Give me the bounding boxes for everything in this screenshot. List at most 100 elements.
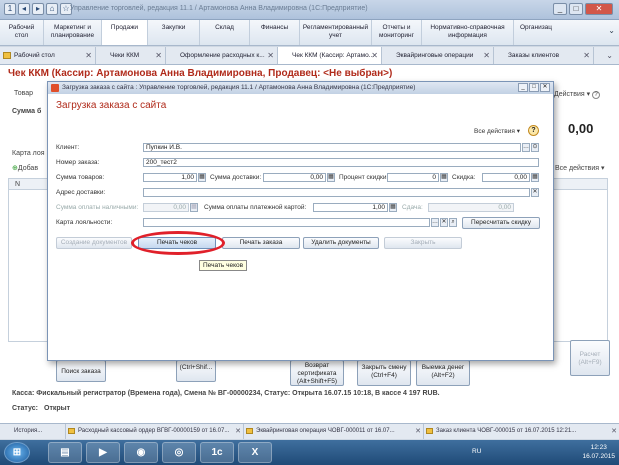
close-window-button[interactable]: ✕	[585, 3, 613, 15]
help-icon[interactable]: ?	[592, 91, 601, 99]
tabs-menu[interactable]: ⌄	[594, 47, 619, 64]
tab-desktop[interactable]: Рабочий стол ✕	[0, 47, 96, 64]
create-documents-button[interactable]: Создание документов	[56, 237, 132, 249]
section-organizations[interactable]: Организац	[514, 20, 558, 45]
start-button[interactable]: ⊞	[4, 442, 30, 463]
close-icon[interactable]: ✕	[155, 47, 162, 64]
tab-acquiring[interactable]: Эквайринговые операции ✕	[382, 47, 494, 64]
dialog-close-button[interactable]: ✕	[540, 83, 550, 92]
tab-client-orders[interactable]: Заказы клиентов ✕	[494, 47, 594, 64]
open-tabs: Рабочий стол ✕ Чеки ККМ ✕ Оформление расхо…	[0, 47, 619, 65]
tab-receipt-current[interactable]: Чек ККМ (Кассир: Артамо... ✕	[278, 47, 382, 64]
excel-icon[interactable]: X	[238, 442, 272, 463]
open-client-button[interactable]: ⊙	[531, 143, 539, 152]
window-client-order[interactable]: Заказ клиента ЧОВГ-000015 от 16.07.2015 …	[424, 424, 619, 439]
cash-paid-field[interactable]: 0,00	[143, 203, 189, 212]
card-paid-field[interactable]: 1,00	[313, 203, 388, 212]
help-icon[interactable]: ?	[528, 125, 539, 136]
explorer-icon[interactable]: ▤	[48, 442, 82, 463]
clock[interactable]: 12:23 16.07.2015	[582, 443, 615, 461]
home-icon[interactable]: ⌂	[46, 3, 58, 15]
dialog-titlebar: Загрузка заказа с сайта : Управление тор…	[48, 82, 553, 94]
media-player-icon[interactable]: ▶	[86, 442, 120, 463]
section-sales[interactable]: Продажи	[102, 20, 148, 45]
payment-button[interactable]: Расчет (Alt+F9)	[570, 340, 610, 376]
section-marketing[interactable]: Маркетинг и планирование	[44, 20, 102, 45]
calculator-icon[interactable]: ▦	[327, 173, 335, 182]
select-icon[interactable]: …	[431, 218, 439, 227]
actions-menu[interactable]: Действия ▾ ?	[554, 90, 601, 99]
search-order-button[interactable]: Поиск заказа	[56, 360, 106, 382]
all-actions-menu[interactable]: Все действия ▾	[555, 164, 605, 172]
section-finance[interactable]: Финансы	[250, 20, 300, 45]
ctrl-shift-button[interactable]: (Ctrl+Shif...	[176, 360, 216, 382]
window-expense-order[interactable]: Расходный кассовый ордер ВГВГ-00000159 о…	[66, 424, 244, 439]
minimize-button[interactable]: _	[553, 3, 567, 15]
withdraw-money-button[interactable]: Выемка денег (Alt+F2)	[416, 360, 470, 386]
window-acquiring-operation[interactable]: Эквайринговая операция ЧОВГ-000011 от 16…	[244, 424, 424, 439]
discount-percent-label: Процент скидки:	[339, 174, 389, 181]
firefox-icon[interactable]: ◉	[124, 442, 158, 463]
select-client-button[interactable]: …	[522, 143, 530, 152]
close-icon[interactable]: ✕	[371, 47, 378, 64]
tooltip: Печать чеков	[199, 260, 248, 271]
close-icon[interactable]: ✕	[483, 47, 490, 64]
delete-documents-button[interactable]: Удалить документы	[303, 237, 379, 249]
close-icon[interactable]: ✕	[235, 424, 241, 439]
loyalty-card-field[interactable]	[143, 218, 430, 227]
delivery-address-field[interactable]	[143, 188, 530, 197]
chevron-down-icon[interactable]: ⌄	[608, 26, 615, 35]
close-icon[interactable]: ✕	[267, 47, 274, 64]
section-reports[interactable]: Отчеты и мониторинг	[372, 20, 422, 45]
section-regulated[interactable]: Регламентированный учет	[300, 20, 372, 45]
load-order-dialog: Загрузка заказа с сайта : Управление тор…	[47, 81, 554, 361]
1c-app-icon[interactable]: 1c	[200, 442, 234, 463]
section-warehouse[interactable]: Склад	[200, 20, 250, 45]
app-logo-icon[interactable]: 1	[4, 3, 16, 15]
discount-percent-field[interactable]: 0	[387, 173, 439, 182]
goods-sum-field[interactable]: 1,00	[143, 173, 197, 182]
close-button[interactable]: Закрыть	[384, 237, 462, 249]
goods-sum-label: Сумма товаров:	[56, 174, 105, 181]
language-indicator[interactable]: RU	[472, 448, 481, 455]
chevron-down-icon[interactable]: ⌄	[606, 47, 613, 64]
forward-icon[interactable]: ▸	[32, 3, 44, 15]
clear-icon[interactable]: ✕	[531, 188, 539, 197]
goods-label[interactable]: Товар	[14, 90, 33, 97]
maximize-button[interactable]: □	[569, 3, 583, 15]
delivery-sum-field[interactable]: 0,00	[263, 173, 326, 182]
add-button[interactable]: ⊕Добав	[12, 164, 38, 172]
section-reference[interactable]: Нормативно-справочная информация	[422, 20, 514, 45]
dialog-maximize-button[interactable]: □	[529, 83, 539, 92]
dialog-minimize-button[interactable]: _	[518, 83, 528, 92]
calculator-icon[interactable]: ▦	[190, 203, 198, 212]
loyalty-card-label: Карта лояльности:	[56, 219, 113, 226]
section-purchases[interactable]: Закупки	[148, 20, 200, 45]
search-icon[interactable]: ⌕	[449, 218, 457, 227]
calculator-icon[interactable]: ▦	[531, 173, 539, 182]
tab-expense-orders[interactable]: Оформление расходных к... ✕	[166, 47, 278, 64]
calculator-icon[interactable]: ▦	[389, 203, 397, 212]
total-value: 0,00	[568, 121, 594, 136]
chrome-icon[interactable]: ◎	[162, 442, 196, 463]
section-desktop[interactable]: Рабочий стол	[0, 20, 44, 45]
column-n: N	[15, 181, 21, 188]
print-order-button[interactable]: Печать заказа	[222, 237, 300, 249]
back-icon[interactable]: ◂	[18, 3, 30, 15]
clear-icon[interactable]: ✕	[440, 218, 448, 227]
recalc-discount-button[interactable]: Пересчитать скидку	[462, 217, 540, 229]
tab-receipts[interactable]: Чеки ККМ ✕	[96, 47, 166, 64]
close-icon[interactable]: ✕	[85, 47, 92, 64]
dialog-actions-menu[interactable]: Все действия ▾	[474, 127, 520, 135]
history-button[interactable]: История...	[0, 424, 66, 439]
close-icon[interactable]: ✕	[415, 424, 421, 439]
discount-field[interactable]: 0,00	[482, 173, 530, 182]
order-number-field[interactable]: 200_тест2	[143, 158, 539, 167]
close-icon[interactable]: ✕	[583, 47, 590, 64]
calculator-icon[interactable]: ▦	[440, 173, 448, 182]
client-field[interactable]: Пупкин И.В.	[143, 143, 521, 152]
return-certificate-button[interactable]: Возврат сертификата (Alt+Shift+F5)	[290, 360, 344, 386]
calculator-icon[interactable]: ▦	[198, 173, 206, 182]
close-icon[interactable]: ✕	[611, 424, 617, 439]
close-shift-button[interactable]: Закрыть смену (Ctrl+F4)	[357, 360, 411, 386]
